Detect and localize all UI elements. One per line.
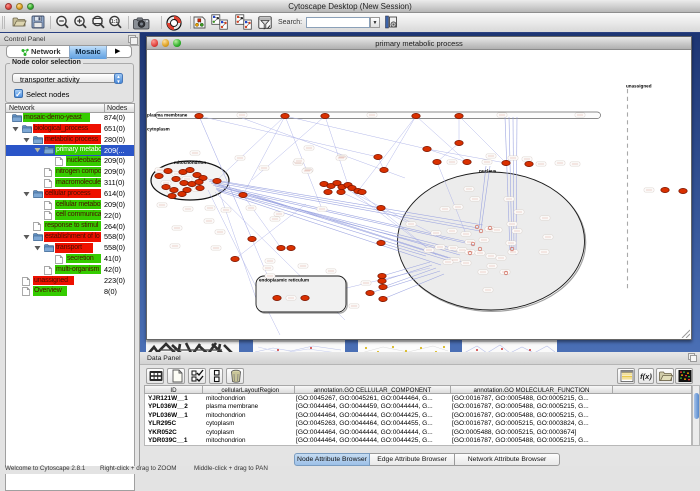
svg-text:nucleus: nucleus bbox=[479, 169, 497, 174]
svg-text:mitochondrion: mitochondrion bbox=[174, 160, 206, 165]
svg-text:plasma membrane: plasma membrane bbox=[147, 112, 188, 117]
svg-text:cytoplasm: cytoplasm bbox=[147, 127, 170, 132]
svg-text:unassigned: unassigned bbox=[626, 84, 652, 89]
svg-text:f(x): f(x) bbox=[640, 372, 652, 381]
svg-text:1:1: 1:1 bbox=[111, 19, 118, 25]
